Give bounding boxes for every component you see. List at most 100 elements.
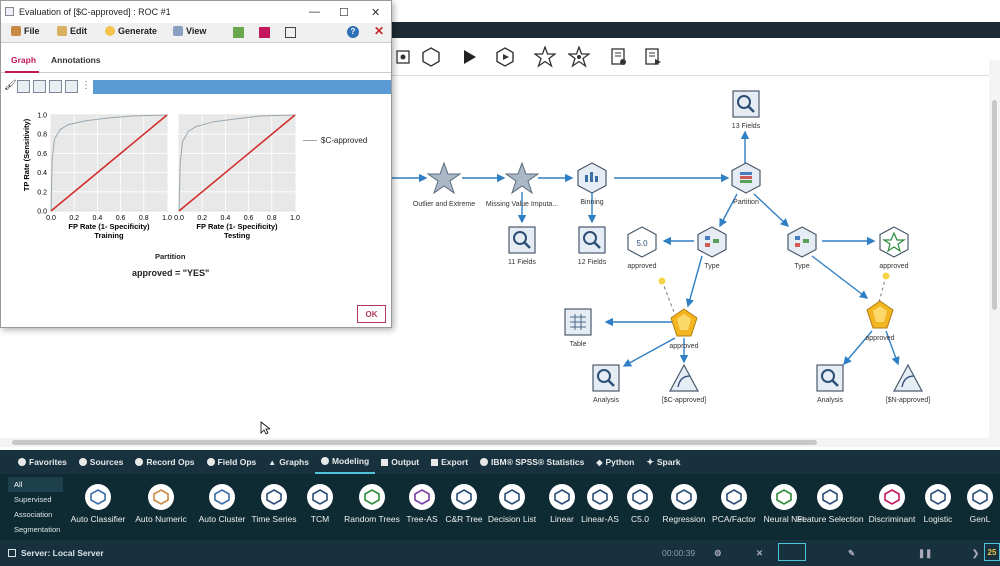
stream-properties-icon[interactable] xyxy=(608,46,630,68)
x-axis-label: FP Rate (1- Specificity) xyxy=(68,222,150,231)
palette-node-label: Auto Numeric xyxy=(135,514,187,524)
stream-node-partition[interactable]: Partition xyxy=(706,162,786,206)
select-icon[interactable] xyxy=(17,80,30,93)
graphboard-icon[interactable] xyxy=(259,27,270,38)
x-tick-label: 0.8 xyxy=(267,215,277,222)
volume-button[interactable] xyxy=(778,543,806,561)
palette-tabs: Favorites Sources Record Ops Field Ops ▲… xyxy=(0,450,1000,474)
stream-node-approved-c50[interactable]: 5.0 approved xyxy=(602,226,682,270)
stream-node-approved-nugget-2[interactable]: approved xyxy=(840,300,920,342)
menu-generate[interactable]: Generate xyxy=(105,26,157,36)
stream-node-analysis-2[interactable]: Analysis xyxy=(790,364,870,404)
stream-node-n-approved[interactable]: [$N-approved] xyxy=(868,363,948,404)
print-icon[interactable] xyxy=(65,80,78,93)
stream-node-c-approved[interactable]: [$C-approved] xyxy=(644,363,724,404)
stream-node-table[interactable]: Table xyxy=(538,308,618,348)
tab-output[interactable]: Output xyxy=(375,450,425,474)
annotations-icon[interactable] xyxy=(642,46,664,68)
graphs-icon: ▲ xyxy=(268,457,277,467)
category-supervised[interactable]: Supervised xyxy=(8,492,63,507)
y-axis-label: TP Rate (Sensitivity) xyxy=(22,118,31,191)
palette-node-genl[interactable]: GenL xyxy=(947,484,1000,524)
tab-field-ops[interactable]: Field Ops xyxy=(201,450,263,474)
copy-icon[interactable] xyxy=(33,80,46,93)
tab-spss-statistics[interactable]: IBM® SPSS® Statistics xyxy=(474,450,590,474)
tab-spark[interactable]: ✦ Spark xyxy=(640,450,686,474)
pause-icon[interactable]: ❚❚ xyxy=(918,548,932,559)
mute-icon[interactable]: ✕ xyxy=(756,548,763,559)
settings-icon[interactable]: ⚙ xyxy=(714,548,722,559)
vertical-scrollbar[interactable] xyxy=(989,60,1000,440)
category-segmentation[interactable]: Segmentation xyxy=(8,522,63,537)
palette-node-icon xyxy=(879,484,905,510)
palette-node-label: Auto Classifier xyxy=(70,514,126,524)
menu-edit[interactable]: Edit xyxy=(57,26,87,36)
export-graph-icon[interactable] xyxy=(233,27,244,38)
stream-node-binning[interactable]: Binning xyxy=(552,162,632,206)
hexagon-icon[interactable] xyxy=(420,46,442,68)
run-icon[interactable] xyxy=(458,46,480,68)
generate-icon xyxy=(105,26,115,36)
x-tick-label: 1.0 xyxy=(162,215,172,222)
stream-node-approved-nn[interactable]: approved xyxy=(854,226,934,270)
palette-node-icon xyxy=(209,484,235,510)
chart-legend: $C-approved xyxy=(303,136,367,145)
stream-node-analysis-1[interactable]: Analysis xyxy=(566,364,646,404)
category-association[interactable]: Association xyxy=(8,507,63,522)
tab-sources[interactable]: Sources xyxy=(73,450,130,474)
model-nugget-icon xyxy=(670,308,698,337)
palette-node-auto-numeric[interactable]: Auto Numeric xyxy=(128,484,194,524)
copy-data-icon[interactable] xyxy=(49,80,62,93)
tab-python[interactable]: ◆ Python xyxy=(590,450,640,474)
sources-icon xyxy=(78,458,87,466)
maximize-icon[interactable]: ☐ xyxy=(339,6,349,19)
brush-icon[interactable]: 🖌 xyxy=(4,80,17,93)
preview-icon[interactable] xyxy=(392,46,414,68)
pen-icon[interactable]: ✎ xyxy=(848,548,855,559)
ok-button[interactable]: OK xyxy=(357,305,386,323)
toolbar-grip-icon: ⋮ xyxy=(81,80,91,91)
menu-view[interactable]: View xyxy=(173,26,206,36)
roc-chart: TP Rate (Sensitivity) 0.00.00.20.20.40.4… xyxy=(22,113,300,241)
tab-graphs[interactable]: ▲ Graphs xyxy=(262,450,315,474)
horizontal-scrollbar[interactable] xyxy=(0,438,1000,447)
tab-modeling[interactable]: Modeling xyxy=(314,450,376,474)
star-icon[interactable] xyxy=(534,46,556,68)
next-icon[interactable]: ❯ xyxy=(972,548,979,559)
help-icon[interactable]: ? xyxy=(347,26,359,38)
data-audit-icon xyxy=(508,226,536,254)
tab-annotations[interactable]: Annotations xyxy=(51,55,101,65)
stream-node-type-2[interactable]: Type xyxy=(762,226,842,270)
edit-icon xyxy=(57,26,67,36)
view-icon xyxy=(173,26,183,36)
category-all[interactable]: All xyxy=(8,477,63,492)
stream-canvas[interactable]: Outlier and Extreme Missing Value Imputa… xyxy=(392,76,988,438)
tab-favorites[interactable]: Favorites xyxy=(12,450,73,474)
stream-node-type-1[interactable]: Type xyxy=(672,226,752,270)
panel-caption: Testing xyxy=(224,231,251,240)
stream-node-outlier[interactable]: Outlier and Extreme xyxy=(404,161,484,208)
menu-file[interactable]: File xyxy=(11,26,40,36)
stream-node-missing-value[interactable]: Missing Value Imputa... xyxy=(482,161,562,208)
close-icon[interactable]: ✕ xyxy=(371,6,380,19)
run-selection-icon[interactable] xyxy=(494,46,516,68)
evaluation-dialog: Evaluation of [$C-approved] : ROC #1 — ☐… xyxy=(0,0,392,328)
tab-record-ops[interactable]: Record Ops xyxy=(129,450,200,474)
palette-node-auto-classifier[interactable]: Auto Classifier xyxy=(65,484,131,524)
partition-label: Partition xyxy=(155,252,186,261)
stream-node-13-fields[interactable]: 13 Fields xyxy=(706,90,786,130)
stream-node-11-fields[interactable]: 11 Fields xyxy=(482,226,562,266)
close-dialog-icon[interactable]: ✕ xyxy=(374,24,384,38)
app-title-strip xyxy=(392,22,1000,38)
svg-text:5.0: 5.0 xyxy=(636,239,648,248)
stream-node-approved-nugget-1[interactable]: approved xyxy=(644,308,724,350)
chart-settings-icon[interactable] xyxy=(285,27,296,38)
minimize-icon[interactable]: — xyxy=(309,6,320,18)
supernode-star-icon[interactable] xyxy=(568,46,590,68)
palette-node-feature-selection[interactable]: Feature Selection xyxy=(797,484,864,524)
tab-graph[interactable]: Graph xyxy=(11,55,36,65)
y-tick-label: 0.6 xyxy=(37,151,47,158)
tab-export[interactable]: Export xyxy=(425,450,474,474)
palette-node-icon xyxy=(721,484,747,510)
x-tick-label: 0.0 xyxy=(174,215,184,222)
